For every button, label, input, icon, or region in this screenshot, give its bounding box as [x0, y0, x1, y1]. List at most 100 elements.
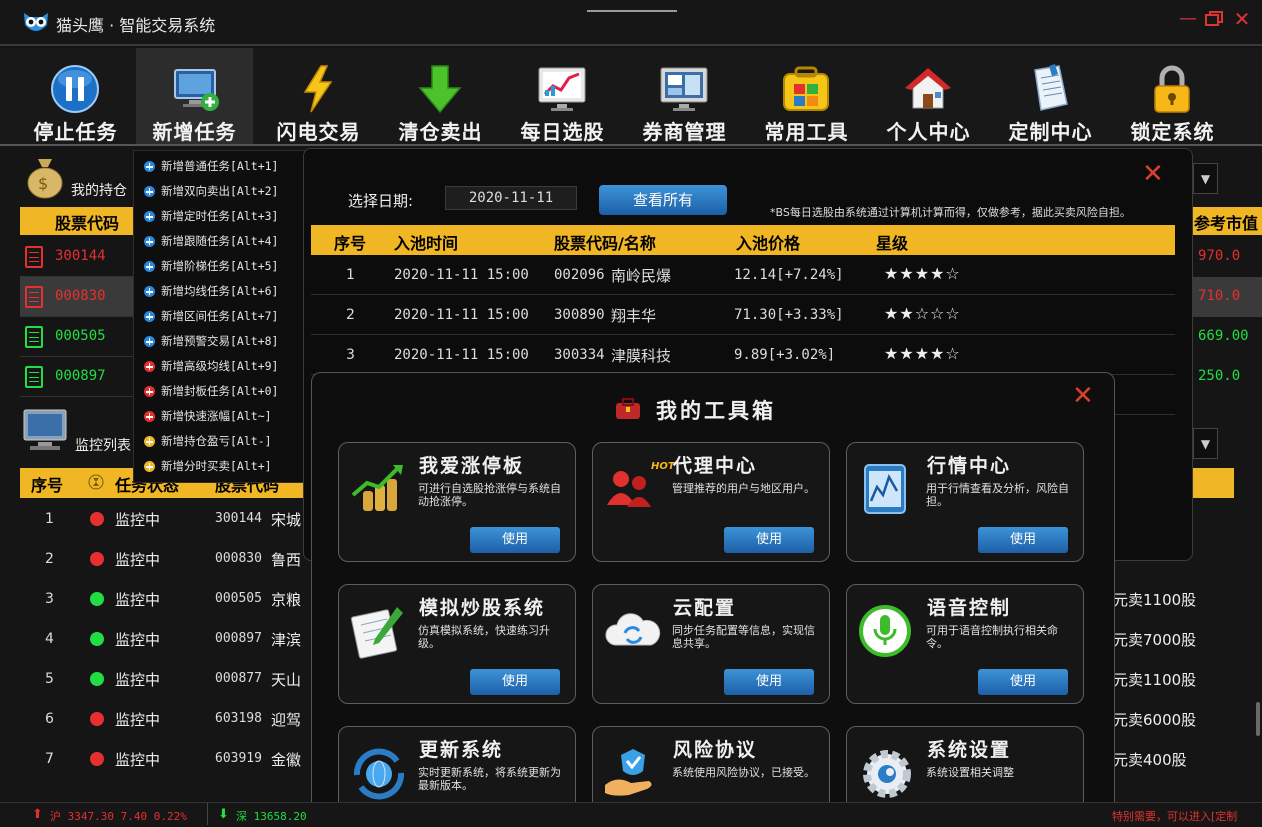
daily-code: 300890 [554, 307, 605, 323]
app-title: 猫头鹰 · 智能交易系统 [56, 16, 216, 35]
daily-price: 71.30[+3.33%] [734, 307, 844, 323]
menu-item[interactable]: 新增高级均线[Alt+9] [134, 354, 306, 379]
daily-row[interactable]: 3 2020-11-11 15:00 300334 津膜科技 9.89[+3.02%] ★… [311, 335, 1175, 375]
down-arrow-icon: ⬇ [218, 807, 229, 822]
menu-bullet-icon [144, 261, 155, 272]
card-description: 可用于语音控制执行相关命令。 [926, 624, 1058, 650]
card-action-button[interactable]: 使用 [978, 527, 1068, 553]
toolbar-label: 每日选股 [520, 120, 605, 144]
holding-value: 970.0 [1198, 248, 1241, 264]
menu-item-label: 新增高级均线[Alt+9] [161, 359, 279, 373]
toolbar-daily-pick[interactable]: 每日选股 [502, 48, 623, 144]
hot-badge: HOT [651, 461, 675, 472]
scrollbar-thumb[interactable] [1256, 702, 1260, 736]
daily-code: 300334 [554, 347, 605, 363]
monitor-dropdown-toggle[interactable]: ▼ [1193, 428, 1218, 459]
status-bar: ⬆ 沪 3347.30 7.40 0.22% ⬇ 深 13658.20 特别需要… [0, 802, 1262, 827]
drag-handle[interactable] [587, 10, 677, 12]
daily-close-icon[interactable]: ✕ [1142, 159, 1164, 189]
view-all-button[interactable]: 查看所有 [599, 185, 727, 215]
card-action-button[interactable]: 使用 [724, 669, 814, 695]
toolbar-lock-system[interactable]: 锁定系统 [1112, 48, 1233, 144]
minimize-icon[interactable]: — [1178, 10, 1198, 28]
card-action-button[interactable]: 使用 [470, 669, 560, 695]
daily-row[interactable]: 2 2020-11-11 15:00 300890 翔丰华 71.30[+3.33%] ★… [311, 295, 1175, 335]
toolbar-personal-center[interactable]: 个人中心 [868, 48, 989, 144]
toolbar-broker-manage[interactable]: 券商管理 [624, 48, 745, 144]
toolbar-custom-center[interactable]: 定制中心 [990, 48, 1111, 144]
menu-item[interactable]: 新增封板任务[Alt+0] [134, 379, 306, 404]
holding-code[interactable]: 000897 [55, 368, 106, 384]
toolbar-stop-task[interactable]: 停止任务 [15, 48, 136, 144]
document-row-icon [25, 326, 43, 348]
lightning-icon [303, 65, 333, 113]
holding-code[interactable]: 000505 [55, 328, 106, 344]
toolbar-label: 常用工具 [764, 120, 849, 144]
menu-item-label: 新增普通任务[Alt+1] [161, 159, 279, 173]
monitor-title: 监控列表 [75, 438, 131, 454]
card-action-button[interactable]: 使用 [470, 527, 560, 553]
toolbar-label: 停止任务 [33, 120, 118, 144]
holdings-dropdown-toggle[interactable]: ▼ [1193, 163, 1218, 194]
coins-chart-icon [349, 461, 409, 519]
monitor-action: 元卖1100股 [1113, 671, 1197, 689]
daily-time: 2020-11-11 15:00 [394, 347, 529, 363]
card-action-button[interactable]: 使用 [724, 527, 814, 553]
card-description: 可进行自选股抢涨停与系统自动抢涨停。 [418, 482, 561, 508]
status-dot [90, 752, 104, 766]
up-arrow-icon: ⬆ [32, 807, 43, 822]
monitor-status: 监控中 [115, 751, 161, 769]
card-action-button[interactable]: 使用 [978, 669, 1068, 695]
toolbar-label: 个人中心 [886, 120, 971, 144]
monitor-code[interactable]: 000877 [215, 671, 262, 686]
toolbox-close-icon[interactable]: ✕ [1072, 381, 1094, 411]
holdings-header: 股票代码 [20, 207, 133, 235]
menu-item[interactable]: 新增跟随任务[Alt+4] [134, 229, 306, 254]
monitor-name: 金徽 [271, 751, 302, 769]
menu-item[interactable]: 新增普通任务[Alt+1] [134, 154, 306, 179]
maximize-icon[interactable] [1204, 10, 1224, 28]
date-label: 选择日期: [348, 192, 414, 210]
menu-item[interactable]: 新增均线任务[Alt+6] [134, 279, 306, 304]
menu-item[interactable]: 新增定时任务[Alt+3] [134, 204, 306, 229]
menu-item[interactable]: 新增区间任务[Alt+7] [134, 304, 306, 329]
card-description: 系统设置相关调整 [926, 766, 1014, 779]
card-description: 用于行情查看及分析，风险自担。 [926, 482, 1069, 508]
toolbox-title-icon [616, 398, 640, 419]
toolbar-clear-sell[interactable]: 清仓卖出 [380, 48, 501, 144]
toolbar-label: 清仓卖出 [398, 120, 483, 144]
sh-index: 沪 3347.30 7.40 0.22% [50, 810, 187, 823]
monitor-code[interactable]: 000505 [215, 591, 262, 606]
row-divider [20, 276, 133, 277]
menu-item[interactable]: 新增持仓盈亏[Alt-] [134, 429, 306, 454]
holding-code[interactable]: 300144 [55, 248, 106, 264]
monitor-code[interactable]: 603919 [215, 751, 262, 766]
monitor-seq: 1 [45, 511, 54, 527]
monitor-code[interactable]: 603198 [215, 711, 262, 726]
menu-item[interactable]: 新增双向卖出[Alt+2] [134, 179, 306, 204]
menu-item[interactable]: 新增快速涨幅[Alt~] [134, 404, 306, 429]
daily-row[interactable]: 1 2020-11-11 15:00 002096 南岭民爆 12.14[+7.24%]… [311, 255, 1175, 295]
daily-price: 12.14[+7.24%] [734, 267, 844, 283]
daily-code: 002096 [554, 267, 605, 283]
col-time: 入池时间 [394, 234, 459, 253]
toolbar-flash-trade[interactable]: 闪电交易 [258, 48, 379, 144]
monitor-action: 元卖1100股 [1113, 591, 1197, 609]
daily-seq: 3 [346, 347, 355, 363]
menu-item[interactable]: 新增阶梯任务[Alt+5] [134, 254, 306, 279]
col-price: 入池价格 [736, 234, 801, 253]
menu-bullet-icon [144, 386, 155, 397]
toolbox-dialog: ✕ 我的工具箱 我爱涨停板 可进行自选股抢涨停与系统自动抢涨停。 使用 HOT 代理中心… [311, 372, 1115, 827]
menu-item[interactable]: 新增预警交易[Alt+8] [134, 329, 306, 354]
menu-item[interactable]: 新增分时买卖[Alt+] [134, 454, 306, 479]
holding-code[interactable]: 000830 [55, 288, 106, 304]
monitor-code[interactable]: 300144 [215, 511, 262, 526]
toolbar-common-tools[interactable]: 常用工具 [746, 48, 867, 144]
monitor-code[interactable]: 000897 [215, 631, 262, 646]
date-field[interactable]: 2020-11-11 [445, 186, 577, 210]
toolbar-new-task[interactable]: 新增任务 [136, 48, 253, 144]
close-icon[interactable]: ✕ [1232, 9, 1252, 29]
document-icon [1034, 64, 1068, 111]
monitor-code[interactable]: 000830 [215, 551, 262, 566]
title-bar: 猫头鹰 · 智能交易系统 — ✕ [0, 0, 1262, 46]
